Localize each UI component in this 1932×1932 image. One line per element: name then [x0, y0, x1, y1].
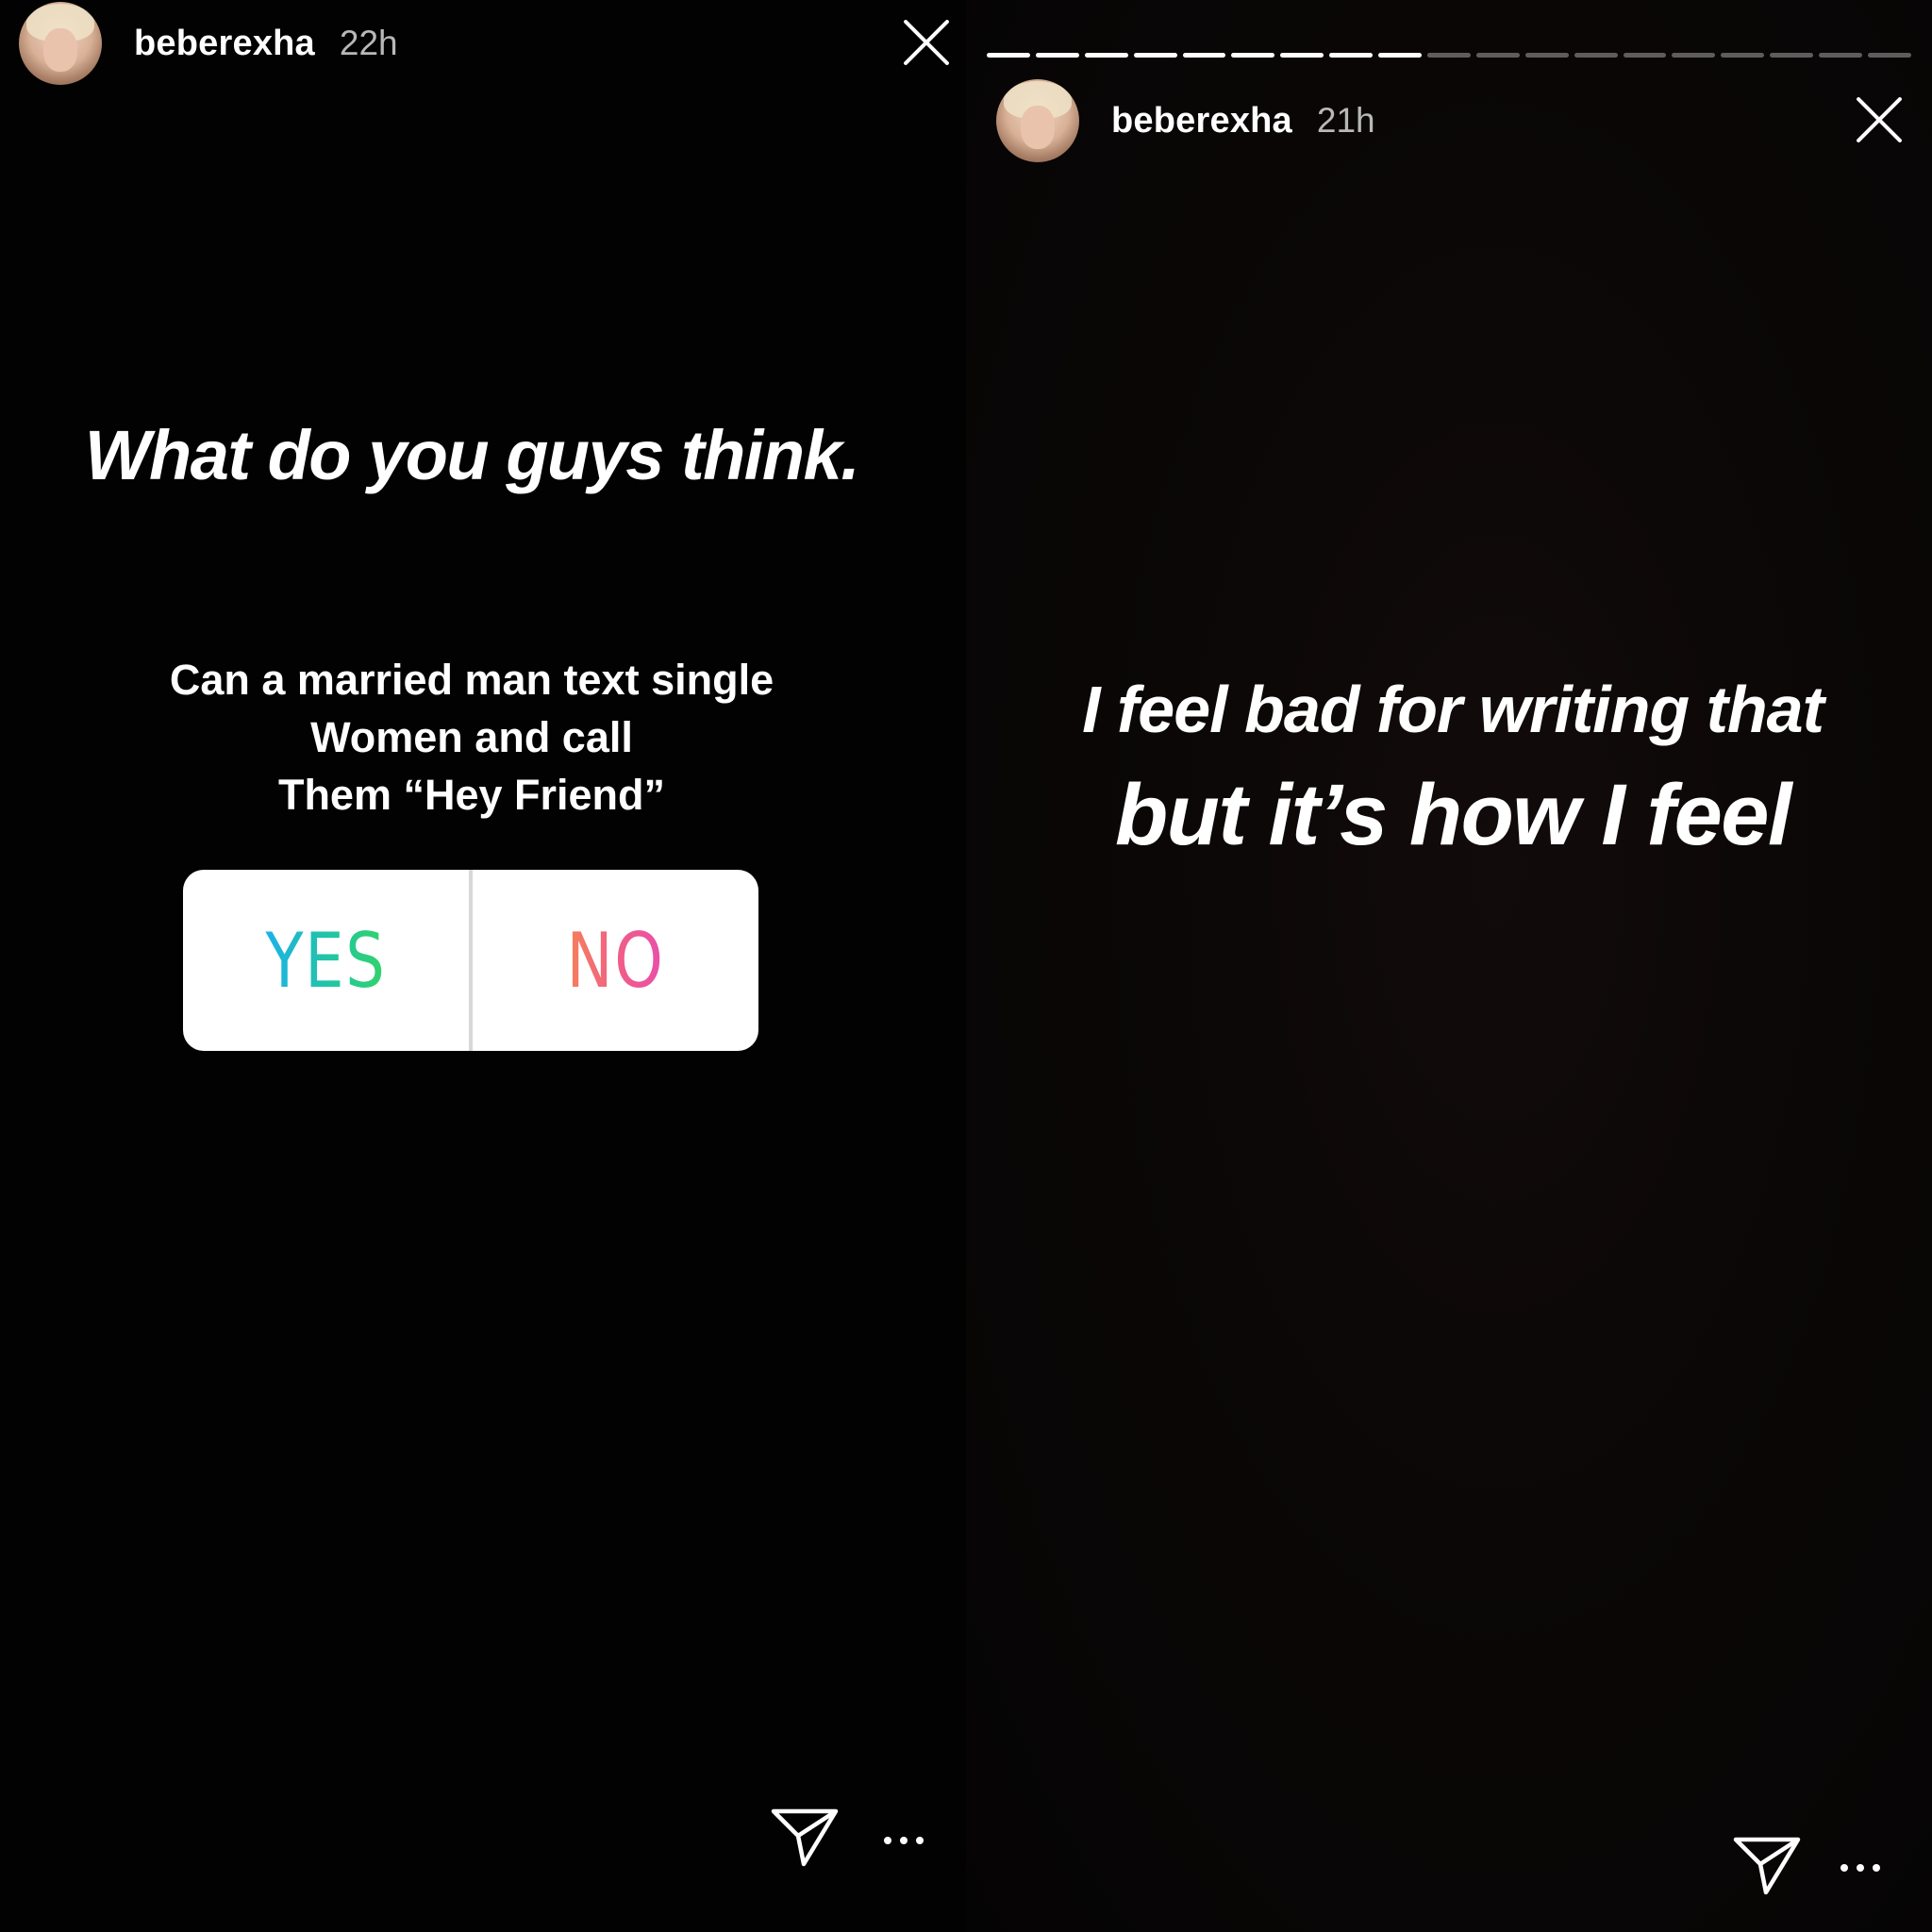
- story-title: What do you guys think.: [84, 416, 860, 494]
- poll-no-label: NO: [566, 916, 665, 1005]
- story-text-line: but it’s how I feel: [1114, 767, 1792, 863]
- progress-segment: [1770, 53, 1814, 58]
- progress-segment: [1721, 53, 1765, 58]
- progress-segment: [1475, 53, 1520, 58]
- poll-yes-button[interactable]: YES: [208, 870, 442, 1051]
- send-icon[interactable]: [1732, 1834, 1802, 1896]
- more-icon[interactable]: [884, 1837, 924, 1844]
- story-header: beberexha 22h: [19, 2, 398, 85]
- avatar[interactable]: [996, 79, 1079, 162]
- progress-segment: [1819, 53, 1863, 58]
- poll-divider: [469, 870, 473, 1051]
- progress-segment: [1623, 53, 1667, 58]
- progress-segment: [1035, 53, 1079, 58]
- story-panel-left: beberexha 22h What do you guys think. Ca…: [0, 0, 966, 1932]
- progress-segment: [1182, 53, 1226, 58]
- poll-question-line: Them “Hey Friend”: [277, 771, 666, 819]
- poll-question: Can a married man text single Women and …: [0, 651, 943, 824]
- progress-segment: [1329, 53, 1374, 58]
- timestamp: 21h: [1316, 101, 1375, 140]
- story-text-line: I feel bad for writing that: [1082, 673, 1824, 746]
- poll-question-line: Women and call: [310, 713, 633, 761]
- story-progress-bar: [987, 53, 1911, 58]
- close-icon[interactable]: [899, 15, 954, 70]
- poll-no-button[interactable]: NO: [498, 870, 732, 1051]
- progress-segment: [1427, 53, 1471, 58]
- progress-segment: [1378, 53, 1423, 58]
- progress-segment: [1280, 53, 1324, 58]
- story-panel-right: beberexha 21h I feel bad for writing tha…: [966, 0, 1932, 1932]
- more-icon[interactable]: [1840, 1864, 1880, 1872]
- story-header: beberexha 21h: [996, 79, 1375, 162]
- timestamp: 22h: [339, 24, 398, 62]
- poll-question-line: Can a married man text single: [169, 656, 774, 704]
- progress-segment: [1524, 53, 1569, 58]
- close-icon[interactable]: [1852, 92, 1907, 147]
- username[interactable]: beberexha: [1111, 101, 1292, 142]
- send-icon[interactable]: [770, 1806, 840, 1868]
- progress-segment: [1084, 53, 1128, 58]
- progress-segment: [1672, 53, 1716, 58]
- progress-segment: [1574, 53, 1618, 58]
- progress-segment: [1231, 53, 1275, 58]
- progress-segment: [1133, 53, 1177, 58]
- username[interactable]: beberexha: [134, 24, 315, 64]
- progress-segment: [1868, 53, 1911, 58]
- poll-yes-label: YES: [265, 916, 387, 1005]
- progress-segment: [987, 53, 1030, 58]
- avatar[interactable]: [19, 2, 102, 85]
- poll-sticker: YES NO: [183, 870, 758, 1051]
